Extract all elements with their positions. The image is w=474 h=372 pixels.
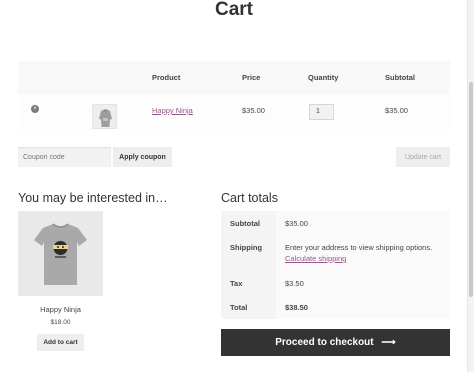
- subtotal-value: $35.00: [285, 219, 308, 228]
- header-price: Price: [242, 73, 261, 82]
- apply-coupon-button[interactable]: Apply coupon: [113, 147, 172, 167]
- cart-totals-heading: Cart totals: [221, 191, 278, 205]
- header-quantity: Quantity: [308, 73, 339, 82]
- proceed-to-checkout-button[interactable]: Proceed to checkout ⟶: [221, 329, 450, 356]
- total-label: Total: [230, 303, 248, 312]
- totals-row-tax: Tax $3.50: [221, 271, 450, 295]
- scrollbar-thumb[interactable]: [469, 82, 473, 297]
- remove-icon[interactable]: ×: [31, 105, 39, 113]
- cart-item-subtotal: $35.00: [385, 106, 408, 115]
- cross-sell-product-price: $18.00: [50, 319, 71, 326]
- checkout-label: Proceed to checkout: [275, 337, 374, 348]
- cart-item-price: $35.00: [242, 106, 265, 115]
- hoodie-thumbnail[interactable]: [92, 104, 117, 129]
- tax-value: $3.50: [285, 279, 304, 288]
- total-value: $38.50: [285, 303, 308, 312]
- totals-row-total: Total $38.50: [221, 295, 450, 319]
- coupon-input[interactable]: [18, 147, 111, 167]
- update-cart-button[interactable]: Update cart: [396, 147, 450, 167]
- totals-row-shipping: Shipping Enter your address to view ship…: [221, 235, 450, 271]
- tshirt-image[interactable]: [18, 211, 103, 296]
- cart-totals-table: Subtotal $35.00 Shipping Enter your addr…: [221, 211, 450, 321]
- calculate-shipping-link[interactable]: Calculate shipping: [285, 254, 346, 263]
- arrow-right-icon: ⟶: [381, 337, 396, 348]
- tax-label: Tax: [230, 279, 243, 288]
- cart-table-header: Product Price Quantity Subtotal: [18, 61, 450, 94]
- add-to-cart-button[interactable]: Add to cart: [37, 334, 84, 351]
- cart-table: Product Price Quantity Subtotal × Happy …: [18, 61, 450, 130]
- cart-item-row: × Happy Ninja $35.00 1 $35.00: [18, 94, 450, 130]
- header-subtotal: Subtotal: [385, 73, 415, 82]
- cross-sells-heading: You may be interested in…: [18, 191, 168, 205]
- page-title: Cart: [214, 0, 253, 20]
- totals-row-subtotal: Subtotal $35.00: [221, 211, 450, 235]
- cross-sell-product-name[interactable]: Happy Ninja: [18, 305, 103, 314]
- header-product: Product: [152, 73, 181, 82]
- shipping-label: Shipping: [230, 243, 263, 252]
- subtotal-label: Subtotal: [230, 219, 260, 228]
- shipping-text: Enter your address to view shipping opti…: [285, 243, 433, 252]
- cart-product-link[interactable]: Happy Ninja: [152, 106, 193, 115]
- quantity-input[interactable]: 1: [309, 104, 334, 120]
